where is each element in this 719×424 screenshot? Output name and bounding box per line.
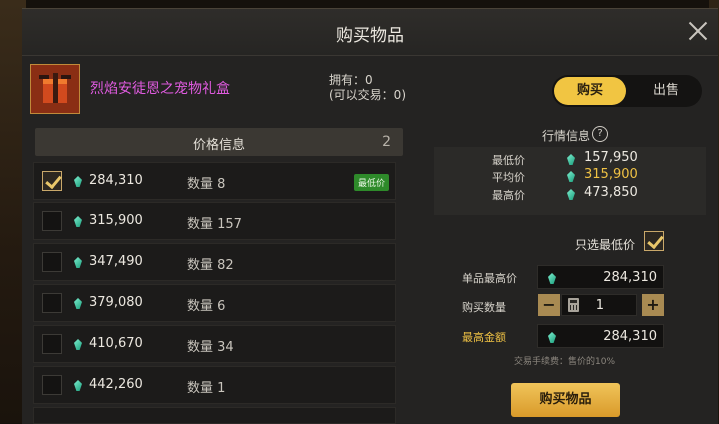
quantity-plus-button[interactable]: + [642, 294, 664, 316]
max-price-label: 最高价 [492, 189, 525, 202]
price-row[interactable]: 442,260 数量 1 [33, 366, 396, 404]
close-icon[interactable] [686, 19, 710, 43]
row-price: 284,310 [89, 173, 143, 188]
only-lowest-checkbox[interactable] [644, 231, 664, 251]
price-list-title: 价格信息 [192, 138, 245, 153]
price-row[interactable]: 315,900 数量 157 [33, 202, 396, 240]
tab-buy[interactable]: 购买 [554, 77, 626, 105]
avg-price-value: 315,900 [584, 167, 638, 182]
gem-currency-icon [74, 380, 82, 391]
price-list-header: 价格信息 2 [35, 128, 403, 156]
dialog-title: 购买物品 [336, 26, 404, 46]
gem-currency-icon [74, 216, 82, 227]
row-price: 315,900 [89, 213, 143, 228]
tradable-count: (可以交易：0) [329, 88, 406, 102]
row-price: 347,490 [89, 254, 143, 269]
row-price: 410,670 [89, 336, 143, 351]
buy-item-dialog: 购买物品 烈焰安徒恩之宠物礼盒 拥有：0 (可以交易：0) 购买 出售 价格信息… [22, 8, 718, 424]
row-quantity: 数量 6 [187, 299, 226, 314]
row-quantity: 数量 82 [187, 258, 234, 273]
unit-max-price-input[interactable]: 284,310 [537, 265, 664, 289]
unit-max-price-value: 284,310 [603, 270, 657, 285]
row-price: 379,080 [89, 295, 143, 310]
help-icon[interactable]: ? [592, 126, 608, 142]
price-row[interactable]: 284,310 数量 8 最低价 [33, 162, 396, 200]
item-thumbnail [30, 64, 80, 114]
row-checkbox[interactable] [42, 211, 62, 231]
gem-currency-icon [74, 257, 82, 268]
row-quantity: 数量 34 [187, 340, 234, 355]
quantity-label: 购买数量 [462, 301, 506, 314]
trade-fee-note: 交易手续费：售价的10% [514, 357, 616, 367]
tab-sell[interactable]: 出售 [632, 77, 700, 105]
owned-info: 拥有：0 (可以交易：0) [329, 73, 406, 103]
gem-currency-icon [74, 339, 82, 350]
price-row[interactable]: 410,670 数量 34 [33, 325, 396, 363]
quantity-value: 1 [595, 298, 604, 313]
row-checkbox[interactable] [42, 171, 62, 191]
buy-item-button[interactable]: 购买物品 [511, 383, 620, 417]
gem-currency-icon [74, 298, 82, 309]
quantity-minus-button[interactable]: − [538, 294, 560, 316]
max-total-input[interactable]: 284,310 [537, 324, 664, 348]
max-price-value: 473,850 [584, 185, 638, 200]
price-row-partial[interactable] [33, 407, 396, 424]
row-quantity: 数量 8 [187, 177, 226, 192]
row-quantity: 数量 1 [187, 381, 226, 396]
max-total-value: 284,310 [603, 329, 657, 344]
price-row[interactable]: 347,490 数量 82 [33, 243, 396, 281]
max-total-label: 最高金额 [462, 331, 506, 344]
owned-count: 拥有：0 [329, 73, 373, 87]
avg-price-label: 平均价 [492, 171, 525, 184]
row-checkbox[interactable] [42, 375, 62, 395]
item-name: 烈焰安徒恩之宠物礼盒 [90, 81, 230, 97]
row-price: 442,260 [89, 377, 143, 392]
lowest-price-badge: 最低价 [353, 174, 389, 191]
min-price-value: 157,950 [584, 150, 638, 165]
row-quantity: 数量 157 [187, 217, 242, 232]
row-checkbox[interactable] [42, 252, 62, 272]
buy-sell-toggle: 购买 出售 [552, 75, 702, 107]
min-price-label: 最低价 [492, 154, 525, 167]
gem-currency-icon [548, 273, 556, 284]
row-checkbox[interactable] [42, 334, 62, 354]
dialog-titlebar: 购买物品 [22, 9, 718, 56]
unit-max-price-label: 单品最高价 [462, 272, 517, 285]
gem-currency-icon [74, 176, 82, 187]
price-row[interactable]: 379,080 数量 6 [33, 284, 396, 322]
market-info-title: 行情信息 [542, 129, 591, 143]
calculator-icon[interactable] [568, 298, 579, 312]
price-list-count: 2 [382, 134, 391, 150]
gem-currency-icon [548, 332, 556, 343]
only-lowest-label: 只选最低价 [575, 238, 636, 252]
row-checkbox[interactable] [42, 293, 62, 313]
